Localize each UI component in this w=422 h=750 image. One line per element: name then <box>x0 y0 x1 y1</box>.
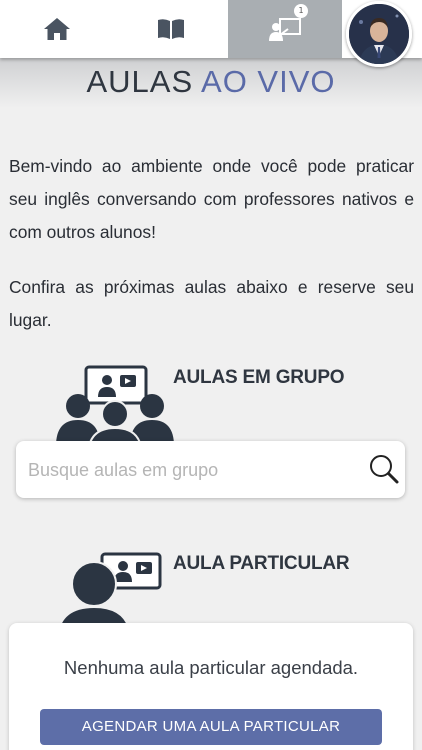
group-search-input[interactable] <box>28 455 358 485</box>
profile-avatar[interactable] <box>346 1 412 67</box>
nav-live-classes-button[interactable]: 1 <box>228 0 342 58</box>
notification-badge: 1 <box>294 4 308 18</box>
private-class-card: Nenhuma aula particular agendada. AGENDA… <box>9 623 413 750</box>
empty-state-message: Nenhuma aula particular agendada. <box>63 657 359 678</box>
home-icon <box>44 18 70 40</box>
schedule-private-class-button[interactable]: AGENDAR UMA AULA PARTICULAR <box>40 709 382 745</box>
nav-lessons-button[interactable] <box>114 0 228 58</box>
live-class-icon <box>269 18 301 41</box>
page-title-part2: AO VIVO <box>201 64 336 99</box>
group-search-box <box>16 441 405 498</box>
user-photo-icon <box>349 4 409 64</box>
open-book-icon <box>158 19 184 39</box>
group-classes-title: AULAS EM GRUPO <box>173 367 345 388</box>
intro-paragraph: Bem-vindo ao ambiente onde você pode pra… <box>9 156 414 242</box>
private-class-title: AULA PARTICULAR <box>173 553 350 574</box>
search-icon[interactable] <box>368 453 400 485</box>
page-title-part1: AULAS <box>86 64 202 99</box>
nav-home-button[interactable] <box>0 0 114 58</box>
page-title: AULAS AO VIVO <box>0 64 422 100</box>
intro-paragraph-2: Confira as próximas aulas abaixo e reser… <box>9 277 414 330</box>
